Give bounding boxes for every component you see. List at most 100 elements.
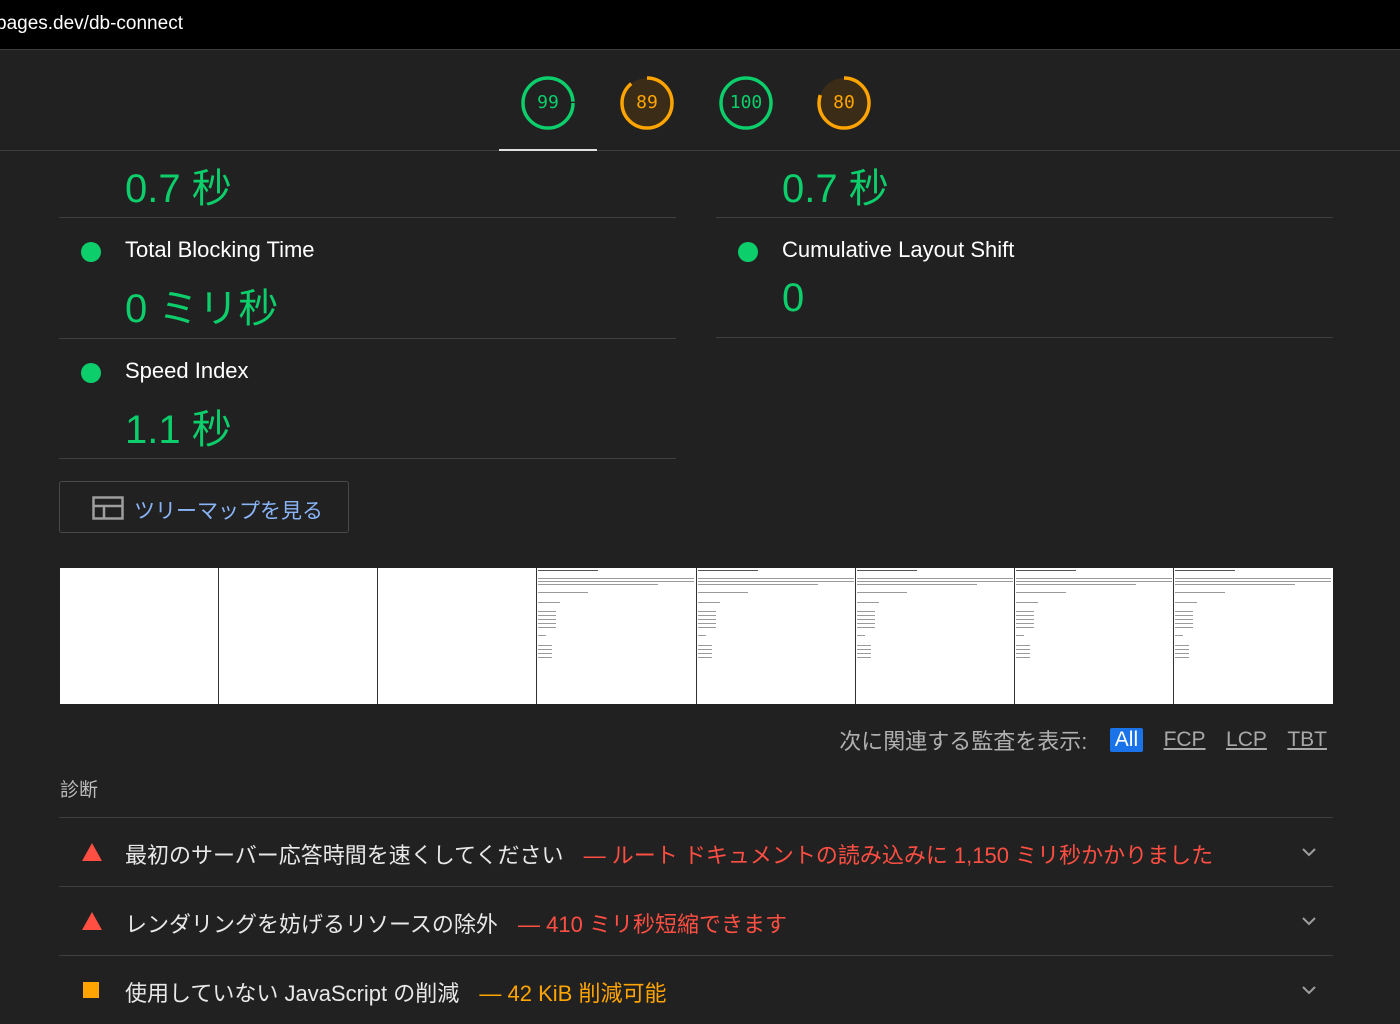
metric-label: Total Blocking Time (125, 237, 315, 262)
frame-text-line (697, 584, 818, 585)
frame-text-line (1015, 581, 1172, 582)
metric-speed-index: Speed Index 1.1 秒 (59, 339, 676, 459)
frame-text-line (1174, 645, 1189, 646)
frame-text-line (538, 619, 557, 620)
audit-description: — 42 KiB 削減可能 (479, 981, 667, 1006)
frame-text-line (1174, 592, 1225, 593)
filter-chip-fcp[interactable]: FCP (1164, 728, 1206, 752)
filter-chip-all[interactable]: All (1109, 728, 1144, 752)
frame-text-line (1015, 584, 1136, 585)
audit-unused-javascript[interactable]: 使用していない JavaScript の削減 — 42 KiB 削減可能 (59, 955, 1333, 1024)
filmstrip-frame (219, 568, 379, 704)
frame-text-line (856, 627, 875, 628)
frame-text-line (697, 615, 716, 616)
frame-text-line (697, 645, 712, 646)
frame-text-line (1015, 627, 1034, 628)
frame-text-line (697, 619, 716, 620)
frame-text-line (538, 657, 553, 658)
audit-title-text: 最初のサーバー応答時間を速くしてください (125, 843, 564, 868)
metric-total-blocking-time: Total Blocking Time 0 ミリ秒 (59, 218, 676, 338)
frame-text-line (1174, 611, 1193, 612)
frame-text-line (856, 653, 871, 654)
fail-triangle-icon (82, 912, 102, 930)
frame-text-line (856, 645, 871, 646)
frame-text-line (1174, 584, 1295, 585)
filmstrip-frame (1014, 568, 1174, 704)
frame-text-line (697, 649, 712, 650)
frame-text-line (538, 602, 561, 603)
pass-indicator-icon (81, 242, 101, 262)
audit-title: 使用していない JavaScript の削減 — 42 KiB 削減可能 (125, 976, 666, 1008)
treemap-icon (92, 496, 124, 520)
metric-largest-contentful-paint: 0.7 秒 (716, 98, 1333, 218)
metric-label: Cumulative Layout Shift (782, 237, 1015, 262)
frame-text-line (1174, 570, 1235, 571)
frame-text-line (856, 584, 977, 585)
frame-text-line (856, 649, 871, 650)
metric-value: 0.7 秒 (782, 167, 889, 211)
metric-value: 0.7 秒 (125, 167, 232, 211)
chevron-down-icon[interactable] (1297, 978, 1321, 1002)
frame-text-line (1015, 653, 1030, 654)
divider (716, 337, 1333, 338)
view-treemap-label: ツリーマップを見る (134, 500, 323, 523)
frame-text-line (1015, 649, 1030, 650)
filmstrip (60, 568, 1333, 704)
frame-text-line (856, 581, 1013, 582)
metric-label: Speed Index (125, 358, 249, 383)
frame-text-line (1015, 657, 1030, 658)
frame-text-line (697, 623, 716, 624)
frame-text-line (856, 611, 875, 612)
metric-value: 1.1 秒 (125, 408, 232, 452)
frame-text-line (538, 615, 557, 616)
audit-filter: 次に関連する監査を表示: All FCP LCP TBT (839, 724, 1327, 754)
audit-title-text: レンダリングを妨げるリソースの除外 (125, 912, 498, 937)
url-text: pages.dev/db-connect (0, 13, 183, 34)
frame-text-line (856, 657, 871, 658)
url-bar[interactable]: pages.dev/db-connect (0, 0, 1400, 50)
frame-text-line (1174, 581, 1331, 582)
frame-text-line (1015, 578, 1172, 579)
chevron-down-icon[interactable] (1297, 909, 1321, 933)
frame-text-line (1174, 623, 1193, 624)
frame-text-line (538, 611, 557, 612)
frame-text-line (697, 570, 758, 571)
frame-text-line (1015, 611, 1034, 612)
frame-text-line (1174, 615, 1193, 616)
frame-text-line (697, 627, 716, 628)
metric-first-contentful-paint: 0.7 秒 (59, 98, 676, 218)
frame-text-line (1174, 653, 1189, 654)
frame-text-line (538, 635, 547, 636)
frame-text-line (856, 619, 875, 620)
frame-text-line (538, 584, 659, 585)
frame-text-line (856, 602, 879, 603)
frame-text-line (538, 581, 695, 582)
frame-text-line (1015, 592, 1066, 593)
filmstrip-frame (378, 568, 538, 704)
filter-chip-tbt[interactable]: TBT (1287, 728, 1327, 752)
frame-text-line (1015, 645, 1030, 646)
average-square-icon (83, 982, 99, 998)
frame-text-line (697, 581, 854, 582)
frame-text-line (856, 570, 917, 571)
metric-value: 0 (782, 276, 805, 320)
filmstrip-frame (537, 568, 697, 704)
frame-text-line (697, 635, 706, 636)
pass-indicator-icon (738, 242, 758, 262)
frame-text-line (1015, 619, 1034, 620)
frame-text-line (538, 649, 553, 650)
audit-render-blocking-resources[interactable]: レンダリングを妨げるリソースの除外 — 410 ミリ秒短縮できます (59, 886, 1333, 955)
audit-server-response-time[interactable]: 最初のサーバー応答時間を速くしてください — ルート ドキュメントの読み込みに … (59, 817, 1333, 886)
frame-text-line (538, 623, 557, 624)
frame-text-line (697, 592, 748, 593)
pass-indicator-icon (81, 363, 101, 383)
frame-text-line (856, 623, 875, 624)
frame-text-line (1174, 619, 1193, 620)
chevron-down-icon[interactable] (1297, 840, 1321, 864)
frame-text-line (1174, 657, 1189, 658)
frame-text-line (1015, 570, 1076, 571)
frame-text-line (538, 645, 553, 646)
filter-chip-lcp[interactable]: LCP (1226, 728, 1267, 752)
filmstrip-frame (60, 568, 220, 704)
view-treemap-button[interactable]: ツリーマップを見る (59, 481, 349, 533)
